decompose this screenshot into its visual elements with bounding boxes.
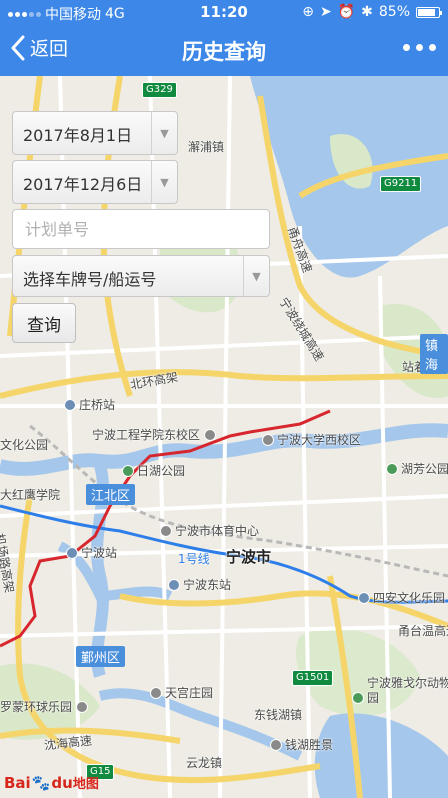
map-label-hongying: 大红鹰学院	[0, 488, 61, 502]
chevron-down-icon: ▼	[151, 112, 177, 154]
bluetooth-icon: ✱	[361, 4, 373, 20]
plan-number-input[interactable]	[12, 209, 270, 249]
school-icon	[203, 429, 216, 441]
poi-icon	[150, 687, 162, 699]
back-button[interactable]: 返回	[10, 34, 68, 61]
chevron-down-icon: ▼	[151, 161, 177, 203]
map-label-zhuangqiao: 庄桥站	[64, 396, 115, 413]
map-label-wenhua-park: 文化公园	[0, 438, 49, 452]
query-button[interactable]: 查询	[12, 303, 76, 343]
vehicle-select[interactable]: 选择车牌号/船运号 ▼	[12, 255, 270, 297]
status-bar: 中国移动 4G 11:20 ⊕ ➤ ⏰ ✱ 85%	[0, 0, 448, 24]
map-label-xiepu: 澥浦镇	[188, 140, 225, 154]
back-label: 返回	[30, 38, 69, 60]
map-label-tiangong: 天宫庄园	[150, 684, 213, 701]
battery-percent: 85%	[378, 4, 410, 20]
rotation-lock-icon: ⊕	[302, 4, 314, 20]
map-label-zoo: 宁波雅戈尔动物园	[352, 676, 448, 706]
station-icon	[358, 592, 370, 604]
map-label-stadium: 宁波市体育中心	[160, 522, 259, 539]
poi-icon	[75, 701, 88, 713]
map-label-luomeng: 罗蒙环球乐园	[0, 698, 91, 715]
vehicle-select-label: 选择车牌号/船运号	[23, 270, 157, 289]
chevron-down-icon: ▼	[243, 256, 269, 296]
end-date-picker[interactable]: 2017年12月6日 ▼	[12, 160, 178, 204]
map-label-nbgc: 宁波工程学院东校区	[92, 426, 219, 443]
district-zhenhai: 镇海	[420, 334, 448, 374]
park-icon	[122, 465, 134, 477]
start-date-picker[interactable]: 2017年8月1日 ▼	[12, 111, 178, 155]
zoo-icon	[352, 692, 364, 704]
map-label-qianhu: 钱湖胜景	[270, 736, 333, 753]
end-date-value: 2017年12月6日	[23, 175, 143, 194]
district-jiangbei: 江北区	[86, 484, 136, 505]
shield-g9211: G9211	[380, 176, 422, 192]
alarm-icon: ⏰	[337, 4, 356, 20]
location-icon: ➤	[319, 4, 332, 20]
park-icon	[386, 463, 398, 475]
battery-icon	[416, 6, 442, 18]
more-dot-icon	[416, 44, 423, 51]
map-label-line1: 1号线	[178, 552, 210, 566]
more-button[interactable]	[403, 44, 436, 51]
status-right: ⊕ ➤ ⏰ ✱ 85%	[302, 4, 442, 20]
chevron-left-icon	[11, 35, 25, 60]
stadium-icon	[160, 525, 172, 537]
school-icon	[262, 434, 274, 446]
map-label-nb-station: 宁波站	[66, 544, 117, 561]
station-icon	[168, 579, 180, 591]
map-label-siane: 四安文化乐园	[358, 589, 445, 606]
station-icon	[66, 547, 78, 559]
map-label-east-station: 宁波东站	[168, 576, 231, 593]
poi-icon	[270, 739, 282, 751]
baidu-map-logo: Bai 🐾 du 地图	[4, 773, 99, 793]
station-icon	[64, 399, 76, 411]
start-date-value: 2017年8月1日	[23, 126, 133, 145]
map-label-nbu: 宁波大学西校区	[262, 431, 361, 448]
map-label-yongtai: 甬台温高速	[398, 624, 448, 638]
more-dot-icon	[429, 44, 436, 51]
map-label-rihu-park: 日湖公园	[122, 462, 185, 479]
map-label-huru: 湖芳公园	[386, 460, 448, 477]
shield-g329: G329	[142, 82, 177, 98]
district-yinzhou: 鄞州区	[76, 646, 126, 667]
more-dot-icon	[403, 44, 410, 51]
map-label-yunlong: 云龙镇	[186, 756, 223, 770]
shield-g1501: G1501	[292, 670, 334, 686]
map-label-nb-city: 宁波市	[226, 548, 272, 566]
nav-bar: 返回 历史查询	[0, 24, 448, 76]
baidu-paw-icon: 🐾	[31, 773, 51, 792]
map-label-dongqian: 东钱湖镇	[254, 708, 303, 722]
